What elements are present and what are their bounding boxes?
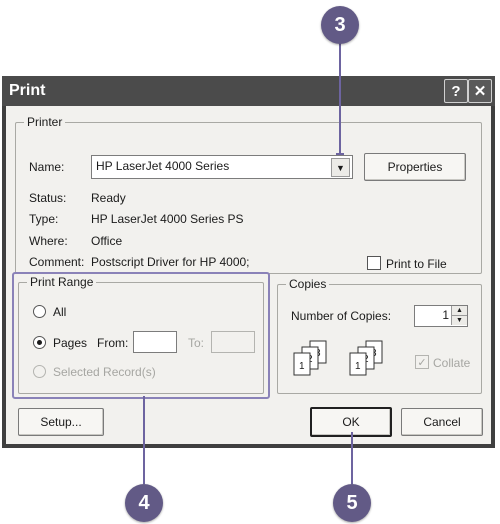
number-of-copies-value: 1 bbox=[442, 308, 449, 322]
printer-name-select[interactable]: HP LaserJet 4000 Series ▼ bbox=[91, 155, 353, 179]
where-value: Office bbox=[91, 234, 123, 248]
printer-legend: Printer bbox=[24, 115, 66, 129]
number-of-copies-stepper[interactable]: 1 ▲ ▼ bbox=[414, 305, 468, 327]
cancel-button[interactable]: Cancel bbox=[401, 408, 483, 436]
callout-3: 3 bbox=[321, 6, 359, 44]
question-mark-icon[interactable]: ? bbox=[444, 79, 468, 103]
collate-label[interactable]: Collate bbox=[433, 356, 470, 370]
spin-down-icon[interactable]: ▼ bbox=[451, 316, 467, 325]
spin-up-icon[interactable]: ▲ bbox=[451, 306, 467, 316]
close-icon[interactable]: ✕ bbox=[468, 79, 492, 103]
callout-5: 5 bbox=[333, 484, 371, 522]
collate-pages-icon: 3 2 1 3 2 1 bbox=[293, 340, 383, 376]
status-label: Status: bbox=[29, 191, 67, 205]
type-label: Type: bbox=[29, 212, 59, 226]
callout-3-line bbox=[339, 42, 341, 154]
collate-checkbox[interactable]: ✓ bbox=[415, 355, 429, 369]
where-label: Where: bbox=[29, 234, 68, 248]
number-of-copies-label: Number of Copies: bbox=[291, 309, 392, 323]
callout-5-line bbox=[351, 432, 353, 484]
comment-value: Postscript Driver for HP 4000; bbox=[91, 255, 250, 269]
print-to-file-label[interactable]: Print to File bbox=[386, 257, 447, 271]
copies-legend: Copies bbox=[286, 277, 330, 291]
print-range-highlight bbox=[12, 272, 270, 399]
name-label: Name: bbox=[29, 160, 65, 174]
callout-4: 4 bbox=[125, 484, 163, 522]
printer-group: Printer Name: HP LaserJet 4000 Series ▼ … bbox=[15, 115, 482, 274]
print-to-file-checkbox[interactable] bbox=[367, 256, 381, 270]
title-bar: Print ? ✕ bbox=[2, 76, 495, 106]
comment-label: Comment: bbox=[29, 255, 85, 269]
dialog-title: Print bbox=[9, 82, 46, 99]
type-value: HP LaserJet 4000 Series PS bbox=[91, 212, 244, 226]
properties-button[interactable]: Properties bbox=[364, 153, 466, 181]
callout-3-line-tick bbox=[336, 153, 344, 155]
status-value: Ready bbox=[91, 191, 126, 205]
chevron-down-icon[interactable]: ▼ bbox=[331, 158, 350, 177]
setup-button[interactable]: Setup... bbox=[18, 408, 104, 436]
collate-page-1-label: 1 bbox=[299, 361, 305, 372]
callout-4-line bbox=[143, 396, 145, 484]
collate-page-1b-label: 1 bbox=[355, 361, 361, 372]
copies-group: Copies Number of Copies: 1 ▲ ▼ 3 2 1 3 bbox=[277, 277, 482, 394]
printer-name-value: HP LaserJet 4000 Series bbox=[96, 159, 230, 173]
